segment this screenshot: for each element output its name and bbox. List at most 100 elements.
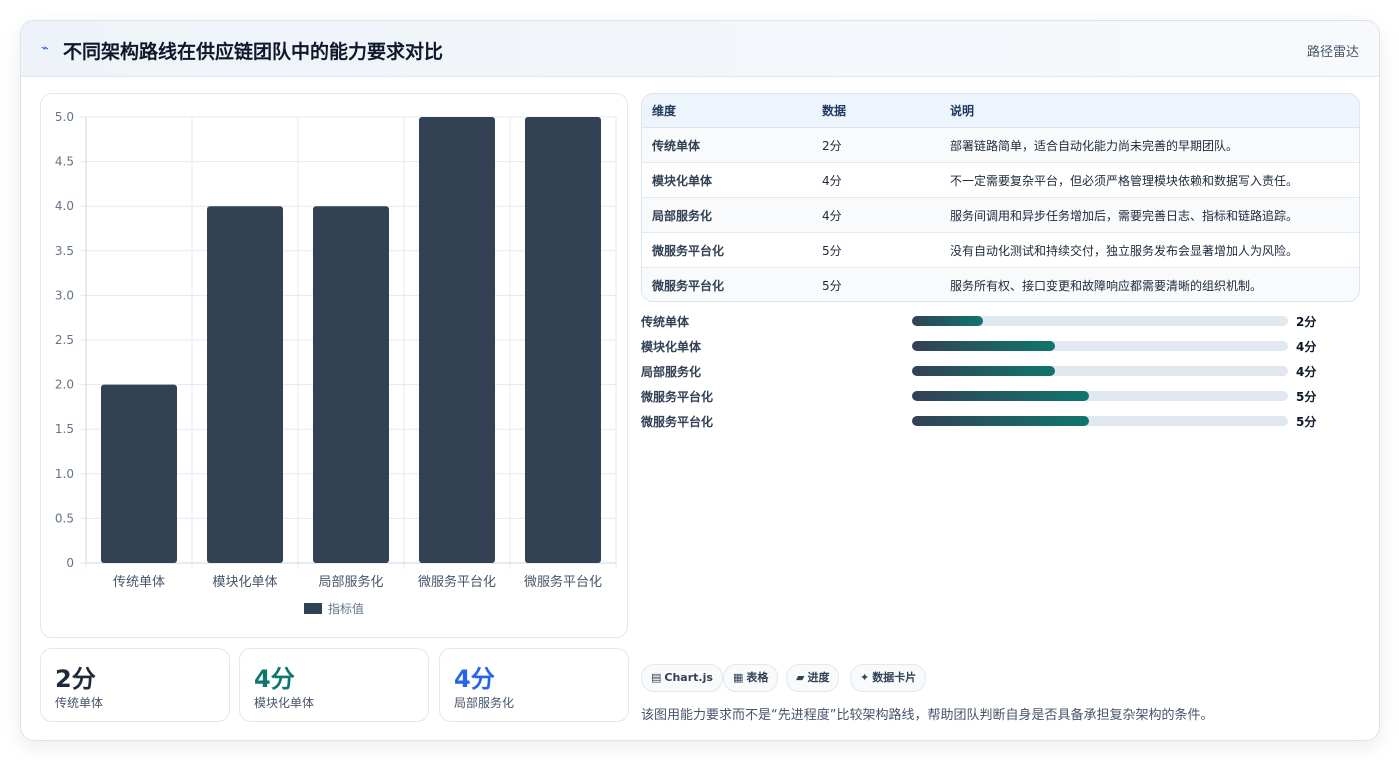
- table-cell: 5分: [812, 267, 940, 301]
- x-tick-label: 模块化单体: [212, 575, 277, 590]
- progress-track: [912, 366, 1288, 376]
- y-tick-label: 2.0: [55, 378, 74, 392]
- bar: [101, 384, 177, 563]
- progress-label: 微服务平台化: [641, 390, 714, 404]
- y-tick-label: 4.5: [55, 155, 74, 169]
- column-header-data: 数据: [812, 94, 940, 128]
- legend-swatch: [304, 603, 322, 614]
- progress-label: 传统单体: [641, 315, 690, 329]
- stat-value: 4分: [454, 665, 495, 693]
- progress-row: 微服务平台化 5分: [641, 411, 1358, 431]
- y-tick-label: 0: [66, 556, 74, 570]
- progress-fill: [912, 391, 1089, 401]
- progress-fill: [912, 341, 1055, 351]
- panel-card: ⌁ 不同架构路线在供应链团队中的能力要求对比 路径雷达 0 0.5 1.0 1.5 2.…: [20, 20, 1380, 741]
- progress-label: 模块化单体: [641, 340, 702, 354]
- y-tick-label: 5.0: [55, 110, 74, 124]
- x-tick-label: 微服务平台化: [418, 574, 496, 590]
- y-tick-label: 3.0: [55, 288, 74, 302]
- progress-row: 局部服务化 4分: [641, 361, 1358, 381]
- bar-chart-svg: 0 0.5 1.0 1.5 2.0 2.5 3.0 3.5 4.0 4.5 5.0 传统单体 模块化单体…: [55, 110, 617, 616]
- x-tick-label: 局部服务化: [318, 574, 383, 590]
- progress-fill: [912, 416, 1089, 426]
- progress-track: [912, 391, 1288, 401]
- y-tick-label: 4.0: [55, 199, 74, 213]
- progress-row: 模块化单体 4分: [641, 336, 1358, 356]
- table-cell: 4分: [812, 197, 940, 233]
- chip-label: 表格: [746, 671, 769, 684]
- table-cell: 微服务平台化: [642, 267, 812, 301]
- stat-label: 局部服务化: [454, 696, 515, 710]
- legend-label: 指标值: [328, 601, 364, 616]
- table-row: 模块化单体 4分 不一定需要复杂平台，但必须严格管理模块依赖和数据写入责任。: [642, 162, 1359, 198]
- progress-row: 传统单体 2分: [641, 311, 1358, 331]
- bar: [525, 117, 601, 563]
- table-cell: 局部服务化: [642, 197, 812, 233]
- table-row: 微服务平台化 5分 服务所有权、接口变更和故障响应都需要清晰的组织机制。: [642, 267, 1359, 301]
- x-tick-label: 传统单体: [113, 575, 165, 590]
- progress-label: 局部服务化: [641, 365, 702, 379]
- bar: [207, 206, 283, 563]
- table-cell: 传统单体: [642, 127, 812, 163]
- progress-value: 4分: [1296, 340, 1317, 354]
- chip-label: 进度: [807, 671, 830, 684]
- table-row: 传统单体 2分 部署链路简单，适合自动化能力尚未完善的早期团队。: [642, 127, 1359, 163]
- progress-value: 4分: [1296, 365, 1317, 379]
- stat-value: 4分: [254, 665, 295, 693]
- y-tick-label: 3.5: [55, 244, 74, 258]
- card-icon: ✦: [860, 671, 870, 684]
- progress-fill: [912, 316, 984, 326]
- chip-label: 数据卡片: [872, 671, 917, 684]
- progress-value: 5分: [1296, 415, 1317, 429]
- progress-value: 5分: [1296, 390, 1317, 404]
- chip-label: Chart.js: [664, 671, 713, 684]
- table-cell: 模块化单体: [642, 162, 812, 198]
- chip-chart[interactable]: ▤ Chart.js: [641, 664, 723, 692]
- table-cell: 服务所有权、接口变更和故障响应都需要清晰的组织机制。: [940, 267, 1359, 301]
- table-cell: 4分: [812, 162, 940, 198]
- progress-fill: [912, 366, 1055, 376]
- data-table: 维度 数据 说明 传统单体 2分 部署链路简单，适合自动化能力尚未完善的早期团队…: [641, 93, 1360, 302]
- footnote: 该图用能力要求而不是“先进程度”比较架构路线，帮助团队判断自身是否具备承担复杂架…: [641, 708, 1214, 723]
- table-icon: ▦: [733, 671, 744, 684]
- progress-track: [912, 316, 1288, 326]
- progress-icon: ▰: [796, 671, 805, 684]
- page-title: 不同架构路线在供应链团队中的能力要求对比: [63, 41, 444, 63]
- progress-label: 微服务平台化: [641, 415, 714, 429]
- bar: [313, 206, 389, 563]
- stat-value: 2分: [55, 665, 96, 693]
- panel-header: ⌁ 不同架构路线在供应链团队中的能力要求对比 路径雷达: [21, 21, 1379, 77]
- chart-icon: ▤: [651, 671, 662, 684]
- table-cell: 服务间调用和异步任务增加后，需要完善日志、指标和链路追踪。: [940, 197, 1359, 233]
- y-tick-label: 1.0: [55, 467, 74, 481]
- stat-card: 4分模块化单体: [239, 648, 429, 722]
- y-tick-label: 0.5: [55, 511, 74, 525]
- chip-table[interactable]: ▦ 表格: [723, 664, 779, 692]
- progress-track: [912, 416, 1288, 426]
- table-header-row: 维度 数据 说明: [642, 94, 1359, 128]
- bar-chart: 0 0.5 1.0 1.5 2.0 2.5 3.0 3.5 4.0 4.5 5.0 传统单体 模块化单体…: [40, 93, 628, 638]
- table-row: 局部服务化 4分 服务间调用和异步任务增加后，需要完善日志、指标和链路追踪。: [642, 197, 1359, 233]
- stat-label: 模块化单体: [254, 696, 315, 710]
- stat-card: 2分传统单体: [40, 648, 230, 722]
- x-tick-label: 微服务平台化: [524, 574, 602, 590]
- progress-track: [912, 341, 1288, 351]
- table-cell: 部署链路简单，适合自动化能力尚未完善的早期团队。: [940, 127, 1359, 163]
- progress-value: 2分: [1296, 315, 1317, 329]
- table-cell: 2分: [812, 127, 940, 163]
- table-cell: 不一定需要复杂平台，但必须严格管理模块依赖和数据写入责任。: [940, 162, 1359, 198]
- table-cell: 没有自动化测试和持续交付，独立服务发布会显著增加人为风险。: [940, 232, 1359, 268]
- stat-card: 4分局部服务化: [439, 648, 629, 722]
- y-tick-label: 1.5: [55, 422, 74, 436]
- progress-row: 微服务平台化 5分: [641, 386, 1358, 406]
- lightning-icon: ⌁: [41, 41, 49, 56]
- header-tag: 路径雷达: [1306, 45, 1359, 60]
- stat-label: 传统单体: [55, 696, 104, 710]
- column-header-dimension: 维度: [642, 94, 812, 128]
- table-cell: 微服务平台化: [642, 232, 812, 268]
- chip-card[interactable]: ✦ 数据卡片: [850, 664, 927, 692]
- y-tick-label: 2.5: [55, 333, 74, 347]
- table-cell: 5分: [812, 232, 940, 268]
- chip-progress[interactable]: ▰ 进度: [786, 664, 840, 692]
- bar: [419, 117, 495, 563]
